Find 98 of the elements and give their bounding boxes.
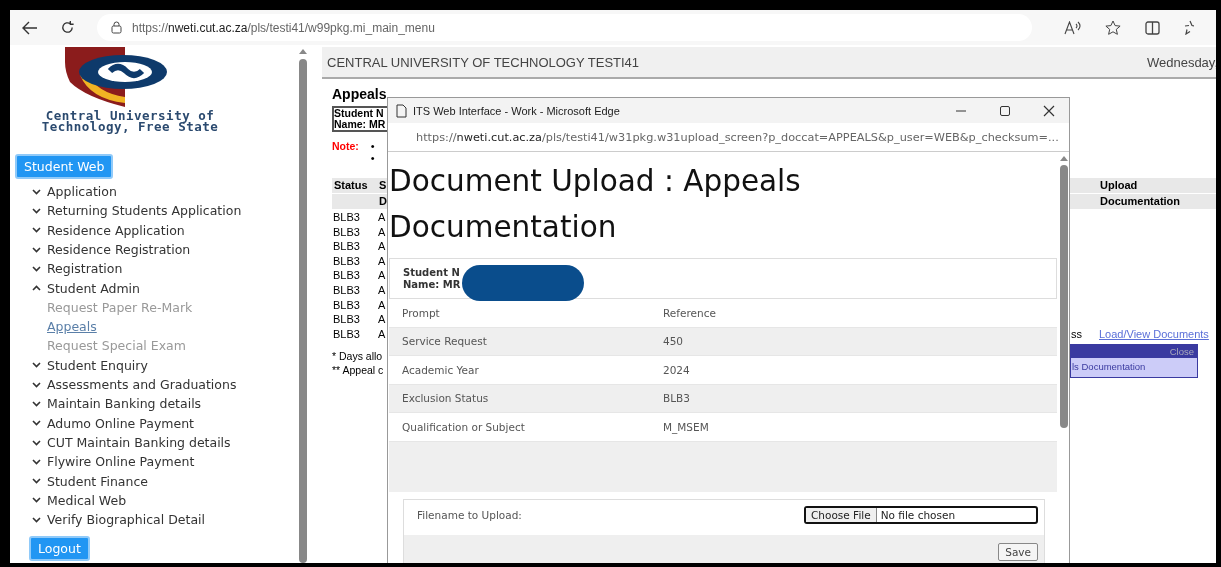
- menu-item-label: Maintain Banking details: [47, 396, 202, 412]
- menu-item-label: Assessments and Graduations: [47, 377, 237, 393]
- popup-url-text: https://nweti.cut.ac.za/pls/testi41/w31pkg.w31upload_screen?p_doccat=APPEALS&p_user=WEB&p_checksum=...: [416, 130, 1059, 144]
- menu-item-label: Registration: [47, 261, 123, 277]
- menu-item[interactable]: Student Enquiry: [32, 355, 298, 375]
- upload-label: Filename to Upload:: [417, 509, 522, 521]
- table-cell: BLB3: [333, 327, 360, 340]
- detail-label: Exclusion Status: [402, 392, 490, 405]
- menu-item-label: Application: [47, 184, 117, 200]
- detail-value: M_MSEM: [663, 420, 709, 433]
- table-cell: BLB3: [333, 283, 360, 296]
- read-aloud-icon[interactable]: [1064, 20, 1081, 35]
- url-text: https://nweti.cut.ac.za/pls/testi41/w99pkg.mi_main_menu: [132, 20, 435, 35]
- detail-label: Prompt: [402, 306, 441, 319]
- file-input[interactable]: Choose File No file chosen: [804, 506, 1038, 524]
- menu-item-label: Medical Web: [47, 492, 127, 508]
- table-cell: A: [378, 254, 386, 267]
- bullet: •: [370, 152, 375, 164]
- maximize-icon[interactable]: [999, 104, 1011, 117]
- detail-value: 450: [663, 335, 684, 348]
- note-label: Note:: [332, 140, 359, 154]
- table-header-cell: Documentation: [1098, 194, 1216, 210]
- menu-item[interactable]: Application: [32, 182, 298, 202]
- menu-item[interactable]: Student Admin: [32, 278, 298, 298]
- back-icon[interactable]: [22, 20, 38, 35]
- menu-item-label: Verify Biographical Detail: [47, 512, 205, 528]
- menu-item[interactable]: Returning Students Application: [32, 201, 298, 221]
- header-title: CENTRAL UNIVERSITY OF TECHNOLOGY TESTI41: [327, 54, 640, 70]
- menu-item[interactable]: Registration: [32, 259, 298, 279]
- table-cell: A: [378, 283, 386, 296]
- table-header-cell: Status: [332, 178, 377, 194]
- menu-item-label: Residence Application: [47, 222, 185, 238]
- menu-item[interactable]: Assessments and Graduations: [32, 374, 298, 395]
- student-info-line: Student N: [334, 108, 385, 119]
- star-icon[interactable]: [1105, 19, 1121, 36]
- detail-label: Service Request: [402, 335, 488, 348]
- tooltip-text: ls Documentation: [1071, 360, 1147, 374]
- table-cell: A: [378, 327, 386, 340]
- submenu-link[interactable]: Appeals: [47, 317, 298, 337]
- detail-value: BLB3: [663, 392, 690, 405]
- menu-item[interactable]: Residence Registration: [32, 239, 298, 260]
- menu-item[interactable]: Student Finance: [32, 471, 298, 491]
- detail-value: Reference: [663, 306, 716, 319]
- close-icon[interactable]: [1043, 104, 1055, 117]
- table-cell: BLB3: [333, 298, 360, 311]
- menu-item[interactable]: CUT Maintain Banking details: [32, 432, 298, 453]
- menu-item[interactable]: Adumo Online Payment: [32, 413, 298, 433]
- save-button[interactable]: Save: [998, 542, 1038, 561]
- bullet: •: [370, 140, 375, 152]
- menu-item[interactable]: Residence Application: [32, 220, 298, 240]
- detail-label: Qualification or Subject: [402, 420, 526, 433]
- window-title: ITS Web Interface - Work - Microsoft Edge: [413, 104, 621, 117]
- tooltip-close-link[interactable]: Close: [1169, 346, 1194, 357]
- table-cell: ss: [1071, 327, 1082, 340]
- table-cell: BLB3: [333, 269, 360, 282]
- university-name: Central University of Technology, Free State: [40, 110, 220, 132]
- table-cell: A: [378, 240, 386, 253]
- table-cell: A: [378, 269, 386, 282]
- menu-item-label: CUT Maintain Banking details: [47, 435, 231, 450]
- student-info-line: Student N: [403, 266, 461, 279]
- table-cell: BLB3: [333, 254, 360, 267]
- table-cell: A: [378, 211, 386, 223]
- table-cell: A: [378, 298, 386, 311]
- split-screen-icon[interactable]: [1145, 20, 1160, 35]
- table-cell: BLB3: [333, 313, 360, 326]
- menu-item-label: Returning Students Application: [47, 203, 242, 219]
- table-cell: A: [378, 225, 386, 238]
- page-title: Appeals: [332, 86, 388, 102]
- table-cell: BLB3: [333, 225, 360, 238]
- file-status: No file chosen: [880, 509, 956, 521]
- menu-item-label: Student Finance: [47, 473, 148, 489]
- menu-item-label: Residence Registration: [47, 242, 191, 258]
- student-info-line: Name: MR: [403, 278, 461, 291]
- page-icon: [396, 103, 407, 118]
- load-documents-link[interactable]: Load/View Documents: [1099, 327, 1209, 340]
- detail-value: 2024: [663, 363, 690, 376]
- menu-item[interactable]: Flywire Online Payment: [32, 452, 298, 472]
- menu-item[interactable]: Verify Biographical Detail: [32, 510, 298, 530]
- menu-item[interactable]: Medical Web: [32, 490, 298, 511]
- table-header-cell: Upload: [1098, 178, 1216, 194]
- menu-item-label: Student Admin: [47, 280, 141, 296]
- footnote: ** Appeal c: [332, 363, 384, 378]
- detail-label: Academic Year: [402, 363, 480, 376]
- header-date: Wednesday,: [1146, 54, 1216, 70]
- table-cell: A: [378, 313, 386, 326]
- footnote: * Days allo: [332, 349, 383, 364]
- lock-icon: [111, 21, 122, 34]
- menu-item-label: Adumo Online Payment: [47, 415, 194, 431]
- table-cell: BLB3: [333, 240, 360, 253]
- student-info-line: Name: MR: [334, 119, 387, 130]
- table-cell: BLB3: [333, 211, 360, 223]
- address-bar[interactable]: https://nweti.cut.ac.za/pls/testi41/w99pkg.mi_main_menu: [97, 14, 1032, 41]
- menu-item[interactable]: Maintain Banking details: [32, 394, 298, 414]
- refresh-icon[interactable]: [60, 20, 75, 35]
- document-upload-heading: Document Upload : Appeals Documentation: [389, 163, 802, 246]
- menu-item-label: Student Enquiry: [47, 357, 148, 373]
- menu-item-label: Flywire Online Payment: [47, 454, 195, 470]
- choose-file-button[interactable]: Choose File: [806, 508, 877, 522]
